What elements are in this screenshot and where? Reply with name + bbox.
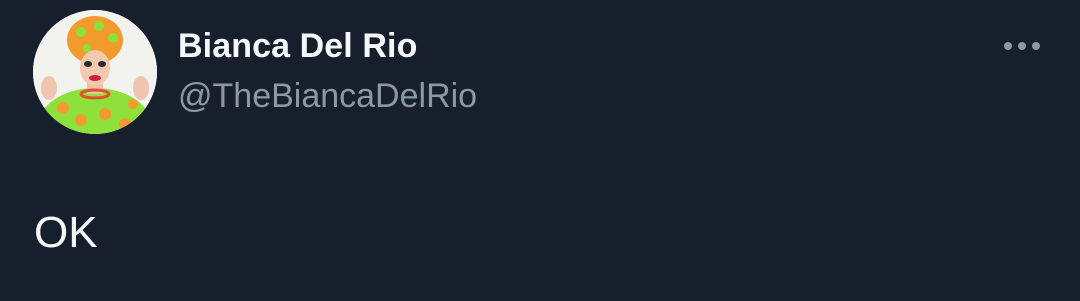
- more-horizontal-icon-dot: [1018, 42, 1026, 50]
- avatar-image: [33, 10, 157, 134]
- more-horizontal-icon: [1004, 42, 1012, 50]
- more-horizontal-icon-dot: [1032, 42, 1040, 50]
- tweet-text: OK: [34, 208, 98, 257]
- author-display-name[interactable]: Bianca Del Rio: [178, 27, 417, 66]
- more-options-button[interactable]: [998, 30, 1046, 62]
- author-handle[interactable]: @TheBiancaDelRio: [178, 77, 477, 116]
- tweet-card: Bianca Del Rio @TheBiancaDelRio OK: [0, 0, 1080, 301]
- author-avatar[interactable]: [33, 10, 157, 134]
